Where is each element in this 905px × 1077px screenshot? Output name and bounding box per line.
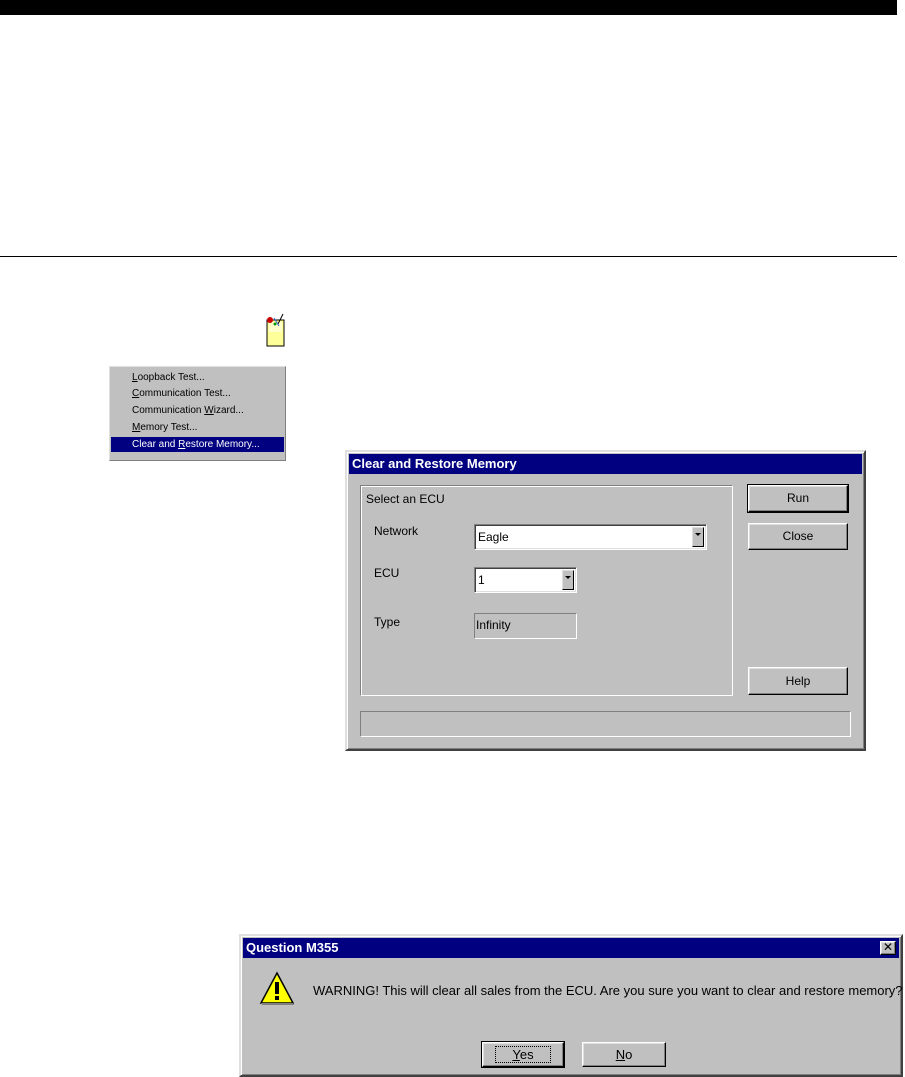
close-icon[interactable]: ✕ [880, 941, 896, 955]
chevron-down-icon[interactable] [562, 570, 574, 590]
group-label: Select an ECU [366, 492, 445, 506]
menu-item-communication-wizard[interactable]: Communication Wizard... [111, 403, 284, 418]
menu-item-memory-test[interactable]: Memory Test... [111, 420, 284, 435]
chevron-down-icon[interactable] [692, 527, 704, 547]
menu-item-clear-restore-memory[interactable]: Clear and Restore Memory... [111, 437, 284, 452]
no-button[interactable]: No [582, 1042, 666, 1067]
question-title: Question M355 [243, 938, 899, 958]
dialog-title: Clear and Restore Memory [349, 454, 862, 474]
ecu-label: ECU [374, 566, 400, 580]
menu-item-loopback-test[interactable]: Loopback Test... [111, 370, 284, 385]
warning-icon [259, 971, 295, 1007]
close-button[interactable]: Close [748, 523, 848, 550]
yes-button[interactable]: Yes [481, 1041, 565, 1068]
type-label: Type [374, 615, 401, 629]
diagnostics-tool-icon[interactable] [263, 312, 287, 348]
type-value: Infinity [476, 618, 511, 632]
run-button[interactable]: Run [747, 484, 849, 513]
warning-message: WARNING! This will clear all sales from … [313, 983, 903, 998]
ecu-value: 1 [478, 573, 485, 587]
help-button[interactable]: Help [748, 667, 848, 695]
network-value: Eagle [478, 530, 509, 544]
question-dialog: Question M355 ✕ WARNING! This will clear… [239, 934, 903, 1077]
menu-item-communication-test[interactable]: Communication Test... [111, 386, 284, 401]
clear-restore-dialog: Clear and Restore Memory Select an ECU N… [345, 450, 866, 751]
status-bar [360, 711, 851, 737]
tools-menu: Loopback Test... Communication Test... C… [109, 366, 286, 461]
ecu-dropdown[interactable]: 1 [474, 567, 577, 593]
horizontal-rule [0, 256, 897, 257]
network-label: Network [374, 524, 419, 538]
top-black-bar [0, 0, 897, 15]
type-field: Infinity [474, 613, 577, 639]
network-dropdown[interactable]: Eagle [474, 524, 707, 550]
